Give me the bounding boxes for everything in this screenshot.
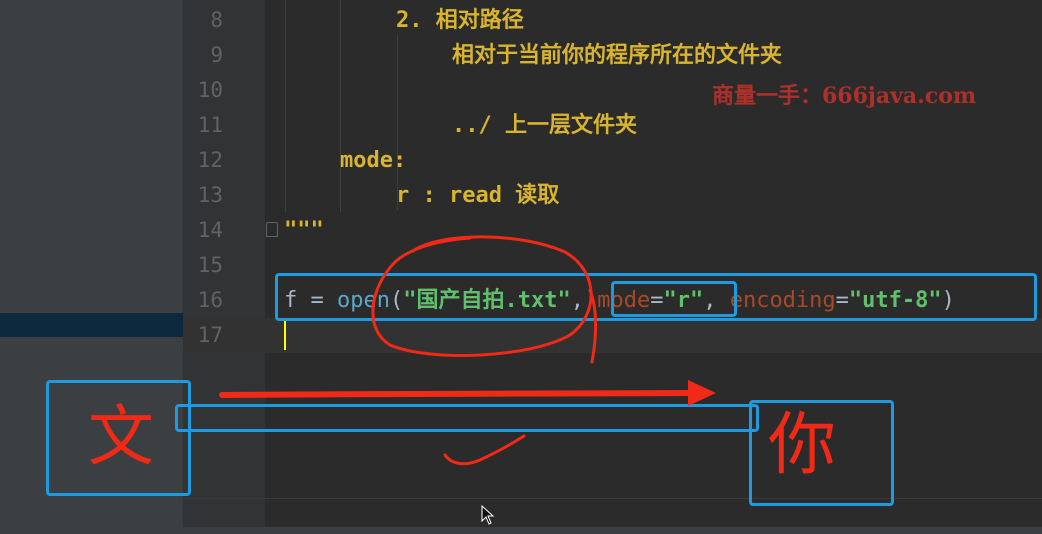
handwritten-char-left: 文	[88, 398, 154, 475]
docstring-line-8: 2. 相对路径	[396, 8, 524, 33]
handwritten-char-right: 你	[768, 406, 837, 485]
docstring-line-12: mode:	[340, 148, 407, 173]
status-bar	[0, 527, 1042, 534]
docstring-line-11: ../ 上一层文件夹	[452, 113, 637, 138]
docstring-line-13: r : read 读取	[396, 183, 560, 208]
line-number: 15	[197, 253, 223, 277]
line-number: 16	[197, 288, 223, 312]
line-number: 8	[210, 8, 223, 32]
indent-guide	[340, 0, 341, 212]
line-number: 10	[197, 78, 223, 102]
line-number: 9	[210, 43, 223, 67]
text-caret	[284, 321, 286, 350]
editor-bottom-divider	[183, 498, 1042, 499]
selected-project-item[interactable]	[0, 313, 183, 337]
line-number: 11	[197, 113, 223, 137]
indent-guide	[285, 0, 286, 212]
ink-check	[443, 434, 526, 466]
current-line-highlight	[183, 318, 1042, 353]
line-number: 17	[197, 323, 223, 347]
line-number: 12	[197, 148, 223, 172]
docstring-line-9: 相对于当前你的程序所在的文件夹	[452, 43, 783, 68]
fold-marker-icon[interactable]	[266, 222, 278, 237]
watermark: 商量一手：666java.com	[712, 83, 977, 109]
mouse-cursor-icon	[481, 505, 495, 525]
ink-arrow-shaft	[219, 390, 693, 398]
docstring-close: """	[284, 218, 324, 243]
annotation-box-mode	[611, 281, 737, 317]
ink-arrow-head	[688, 380, 716, 406]
line-number: 14	[197, 218, 223, 242]
annotation-box-pipe	[175, 404, 759, 432]
line-number: 13	[197, 183, 223, 207]
